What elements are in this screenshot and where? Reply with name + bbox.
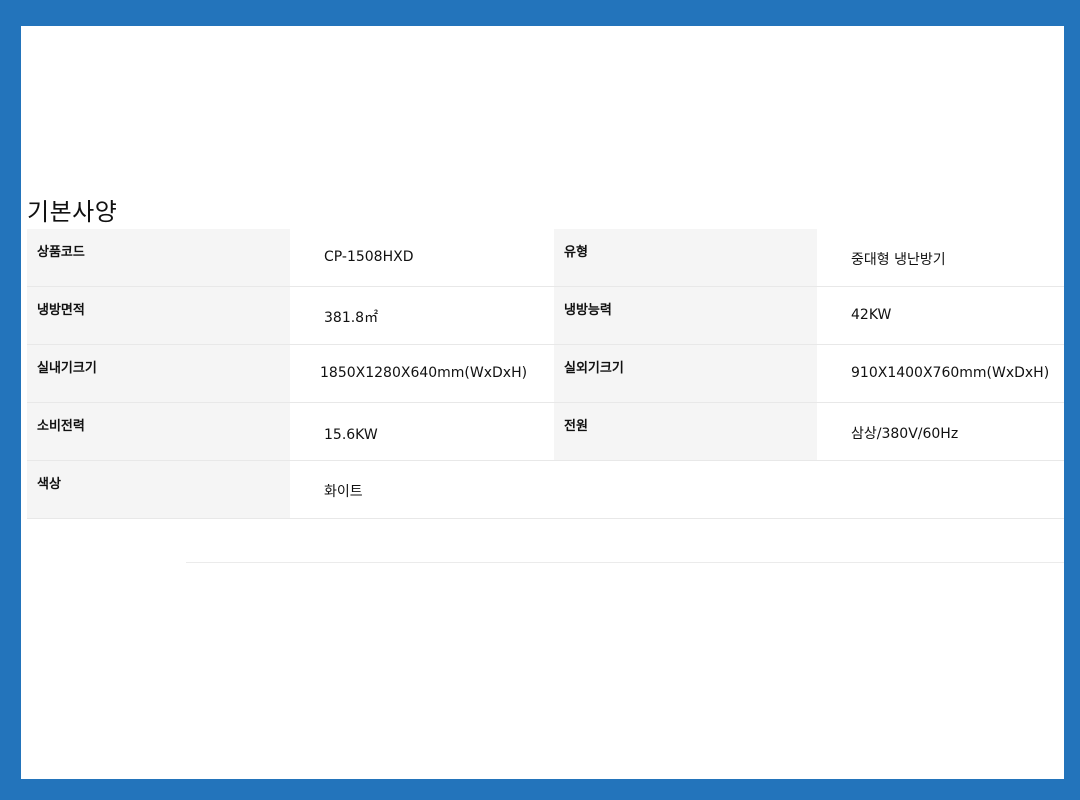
- spec-label: 전원: [554, 403, 817, 460]
- spec-label: 실내기크기: [27, 345, 290, 402]
- page-content: 기본사양 상품코드 CP-1508HXD 유형 중대형 냉난방기 냉방면적 38…: [21, 26, 1064, 779]
- spec-row: 실내기크기 1850X1280X640mm(WxDxH) 실외기크기 910X1…: [27, 345, 1064, 403]
- spec-value: 910X1400X760mm(WxDxH): [817, 345, 1064, 402]
- spec-label: 소비전력: [27, 403, 290, 460]
- spec-value: 중대형 냉난방기: [817, 229, 1064, 286]
- spec-row: 색상 화이트: [27, 461, 1064, 519]
- spec-value: 42KW: [817, 287, 1064, 344]
- spec-label: 실외기크기: [554, 345, 817, 402]
- spec-label: 냉방면적: [27, 287, 290, 344]
- section-title: 기본사양: [27, 198, 118, 226]
- spec-value: 1850X1280X640mm(WxDxH): [290, 345, 554, 402]
- spec-value: 화이트: [290, 461, 1064, 518]
- spec-label: 유형: [554, 229, 817, 286]
- spec-value: CP-1508HXD: [290, 229, 554, 286]
- spec-label: 색상: [27, 461, 290, 518]
- spec-value: 삼상/380V/60Hz: [817, 403, 1064, 460]
- spec-table: 상품코드 CP-1508HXD 유형 중대형 냉난방기 냉방면적 381.8㎡ …: [27, 229, 1064, 519]
- spec-value: 381.8㎡: [290, 287, 554, 344]
- spec-value: 15.6KW: [290, 403, 554, 460]
- spec-row: 소비전력 15.6KW 전원 삼상/380V/60Hz: [27, 403, 1064, 461]
- spec-row: 냉방면적 381.8㎡ 냉방능력 42KW: [27, 287, 1064, 345]
- spec-label: 냉방능력: [554, 287, 817, 344]
- spec-label: 상품코드: [27, 229, 290, 286]
- spec-row: 상품코드 CP-1508HXD 유형 중대형 냉난방기: [27, 229, 1064, 287]
- divider: [186, 562, 1064, 563]
